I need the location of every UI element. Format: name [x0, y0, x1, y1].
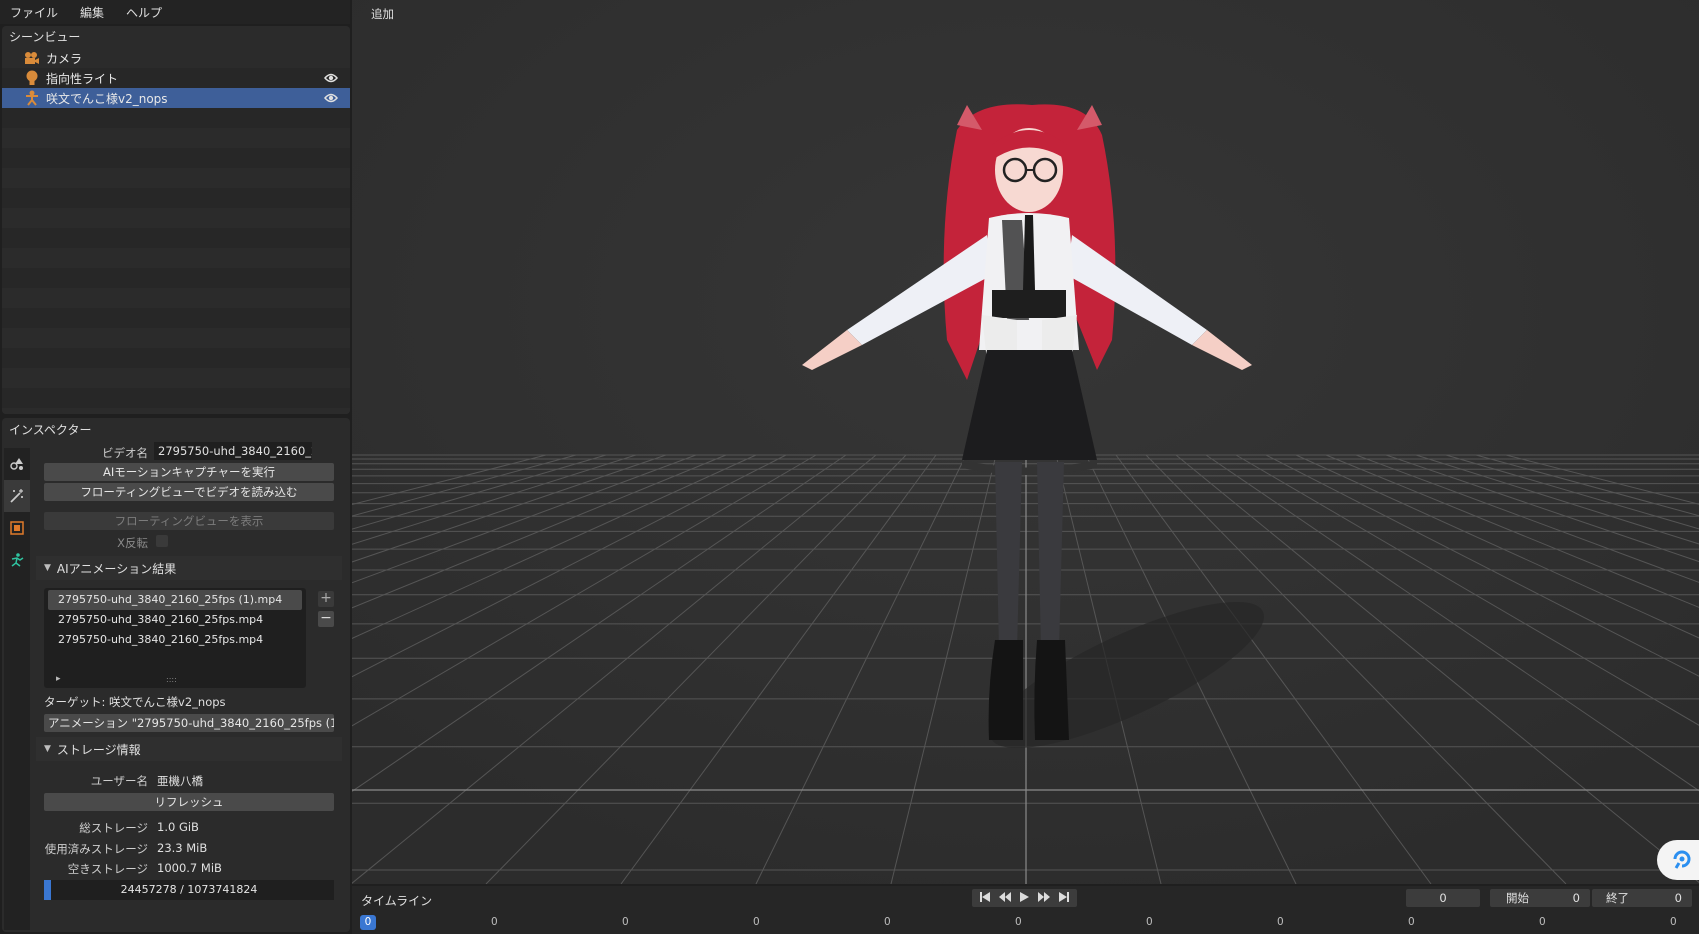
remove-result-button[interactable]: − — [318, 611, 334, 627]
support-chat-button[interactable] — [1657, 840, 1699, 880]
end-label: 終了 — [1606, 891, 1629, 905]
used-storage-label: 使用済みストレージ — [44, 842, 148, 856]
scene-item-label: カメラ — [46, 51, 83, 66]
add-result-button[interactable]: + — [318, 591, 334, 607]
inspector-title: インスペクター — [9, 423, 92, 437]
tool-frame-icon[interactable] — [4, 512, 30, 544]
ruler-tick: 0 — [753, 916, 760, 928]
refresh-button[interactable]: リフレッシュ — [44, 793, 334, 811]
inspector-panel: インスペクター ビデオ名 2795750-uhd_3840_2160_25fps… — [2, 418, 350, 932]
skip-to-end-icon[interactable] — [1058, 891, 1070, 906]
ruler-tick: 0 — [491, 916, 498, 928]
target-label: ターゲット: 咲文でんこ様v2_nops — [44, 695, 226, 709]
ai-results-section-title: AIアニメーション結果 — [56, 561, 177, 576]
current-frame-field[interactable]: 0 — [1406, 889, 1480, 907]
chevron-down-icon: ▼ — [44, 744, 51, 754]
tool-material-icon[interactable] — [4, 448, 30, 480]
ruler-tick: 0 — [884, 916, 891, 928]
menu-edit[interactable]: 編集 — [76, 2, 108, 23]
load-floating-video-button[interactable]: フローティングビューでビデオを読み込む — [44, 483, 334, 501]
step-back-icon[interactable] — [998, 891, 1012, 906]
ai-results-section-header[interactable]: ▼ AIアニメーション結果 — [36, 556, 342, 580]
inspector-tool-column — [4, 448, 30, 930]
end-frame-field[interactable]: 終了 0 — [1592, 889, 1692, 907]
storage-usage-bar: 24457278 / 1073741824 — [44, 880, 334, 900]
list-item[interactable]: 2795750-uhd_3840_2160_25fps (1).mp4 — [48, 590, 302, 610]
username-value: 亜機八橋 — [157, 774, 203, 788]
end-value: 0 — [1674, 891, 1682, 905]
ruler-tick: 0 — [1146, 916, 1153, 928]
ruler-tick: 0 — [1539, 916, 1546, 928]
list-item[interactable]: 2795750-uhd_3840_2160_25fps.mp4 — [48, 610, 302, 630]
scene-item-camera[interactable]: カメラ — [2, 48, 350, 68]
storage-usage-text: 24457278 / 1073741824 — [120, 883, 258, 896]
camera-icon — [24, 50, 40, 66]
step-forward-icon[interactable] — [1037, 891, 1051, 906]
total-storage-label: 総ストレージ — [79, 821, 148, 835]
list-resize-grip[interactable]: :::: — [166, 675, 177, 684]
support-icon — [1671, 848, 1693, 873]
start-value: 0 — [1572, 891, 1580, 905]
visibility-eye-icon[interactable] — [324, 72, 338, 84]
character-model[interactable] — [767, 90, 1287, 810]
ruler-tick: 0 — [1670, 916, 1677, 928]
light-bulb-icon — [24, 70, 40, 86]
video-name-label: ビデオ名 — [102, 446, 148, 460]
scene-item-directional-light[interactable]: 指向性ライト — [2, 68, 350, 88]
start-label: 開始 — [1506, 891, 1529, 905]
play-icon[interactable] — [1018, 891, 1030, 906]
add-menu[interactable]: 追加 — [371, 6, 394, 22]
flip-x-checkbox[interactable] — [156, 535, 168, 547]
video-name-field[interactable]: 2795750-uhd_3840_2160_25fps — [154, 442, 312, 460]
ruler-tick: 0 — [1408, 916, 1415, 928]
scene-tree: カメラ 指向性ライト 咲文でんこ様v2_nops — [2, 48, 350, 414]
transport-controls — [972, 889, 1077, 907]
flip-x-label: X反転 — [117, 536, 148, 550]
total-storage-value: 1.0 GiB — [157, 820, 199, 834]
storage-section-title: ストレージ情報 — [56, 742, 141, 757]
list-play-icon[interactable]: ▸ — [56, 674, 61, 684]
ruler-tick: 0 — [622, 916, 629, 928]
visibility-eye-icon[interactable] — [324, 92, 338, 104]
start-frame-field[interactable]: 開始 0 — [1490, 889, 1590, 907]
scene-view-title: シーンビュー — [9, 30, 81, 44]
show-floating-view-button[interactable]: フローティングビューを表示 — [44, 512, 334, 530]
menu-file[interactable]: ファイル — [6, 2, 62, 23]
scene-view-panel: シーンビュー カメラ 指向性ライト 咲文でんこ様v2_nops — [2, 26, 350, 414]
ruler-tick: 0 — [1277, 916, 1284, 928]
menu-bar: ファイル 編集 ヘルプ — [0, 0, 350, 24]
run-ai-capture-button[interactable]: AIモーションキャプチャーを実行 — [44, 463, 334, 481]
ruler-tick: 0 — [1015, 916, 1022, 928]
scene-item-label: 指向性ライト — [46, 71, 119, 86]
storage-section-header[interactable]: ▼ ストレージ情報 — [36, 737, 342, 761]
animation-selector[interactable]: アニメーション "2795750-uhd_3840_2160_25fps (1)… — [44, 714, 334, 732]
inspector-body: ビデオ名 2795750-uhd_3840_2160_25fps AIモーション… — [36, 440, 342, 932]
tool-magic-wand-icon[interactable] — [4, 480, 30, 512]
scene-item-model[interactable]: 咲文でんこ様v2_nops — [2, 88, 350, 108]
scene-item-label: 咲文でんこ様v2_nops — [46, 91, 168, 106]
menu-help[interactable]: ヘルプ — [122, 2, 166, 23]
timeline-ruler[interactable]: 0 0 0 0 0 0 0 0 0 0 0 — [360, 914, 1691, 932]
3d-viewport[interactable]: 追加 — [352, 0, 1699, 884]
list-item[interactable]: 2795750-uhd_3840_2160_25fps.mp4 — [48, 630, 302, 650]
tool-motion-icon[interactable] — [4, 544, 30, 576]
skip-to-start-icon[interactable] — [979, 891, 991, 906]
ai-results-list[interactable]: 2795750-uhd_3840_2160_25fps (1).mp4 2795… — [44, 588, 306, 688]
timeline-title: タイムライン — [361, 894, 433, 908]
humanoid-icon — [24, 90, 40, 106]
chevron-down-icon: ▼ — [44, 563, 51, 573]
username-label: ユーザー名 — [90, 774, 148, 788]
used-storage-value: 23.3 MiB — [157, 841, 208, 855]
playhead[interactable]: 0 — [360, 915, 376, 930]
free-storage-label: 空きストレージ — [67, 862, 148, 876]
timeline-panel: タイムライン 0 開始 0 終了 0 0 0 0 0 0 0 0 0 0 0 0 — [352, 886, 1699, 934]
free-storage-value: 1000.7 MiB — [157, 861, 222, 875]
